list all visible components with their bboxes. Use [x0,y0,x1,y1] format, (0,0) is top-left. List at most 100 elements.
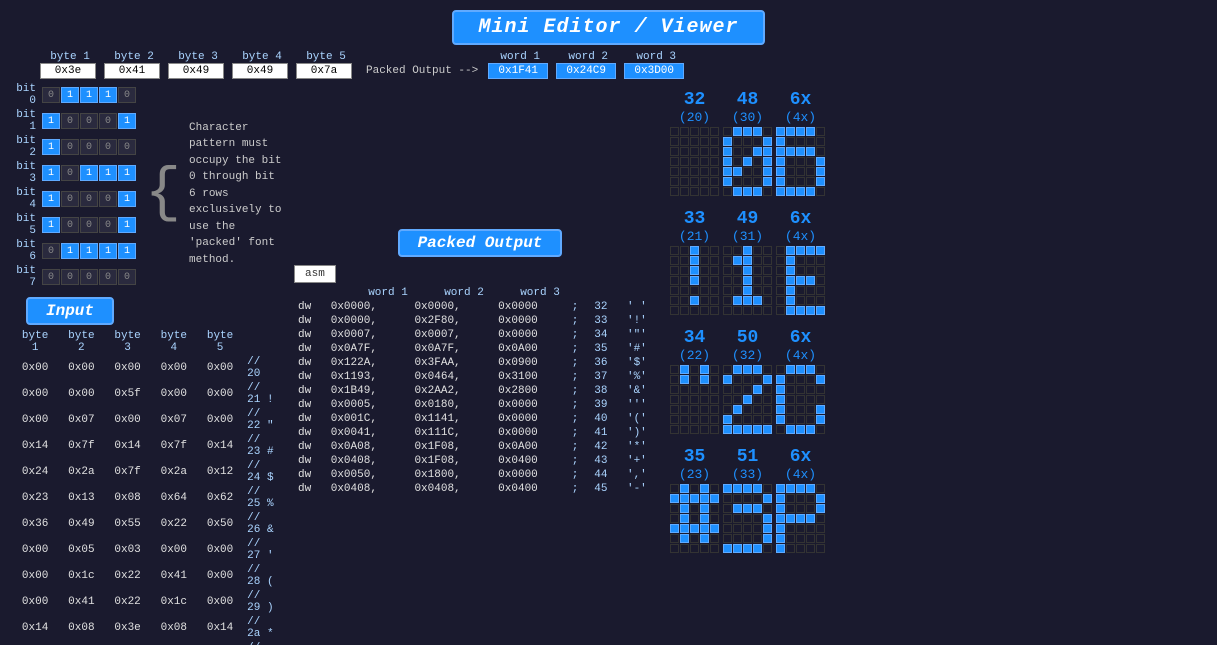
byte1-value[interactable]: 0x3e [40,63,96,79]
pixel-1-2-5-0 [723,415,732,424]
bit-cell-1-4[interactable]: 1 [118,113,136,129]
pixel-0-1-0-1 [680,246,689,255]
pixel-1-3-5-2 [743,534,752,543]
output-cell-0-2: 0x0000, [410,300,494,314]
pixel-0-2-1-2 [690,375,699,384]
bit-cell-4-1[interactable]: 0 [61,191,79,207]
bit-cell-4-3[interactable]: 0 [99,191,117,207]
bit-cell-4-0[interactable]: 1 [42,191,60,207]
byte3-value[interactable]: 0x49 [168,63,224,79]
bit-cell-5-2[interactable]: 0 [80,217,98,233]
input-table-header: byte 1 byte 2 byte 3 byte 4 byte 5 [12,329,286,355]
pixel-0-3-1-1 [680,494,689,503]
bit-cell-1-1[interactable]: 0 [61,113,79,129]
bit-cell-5-3[interactable]: 0 [99,217,117,233]
bit-cell-6-1[interactable]: 1 [61,243,79,259]
pixel-0-3-2-3 [700,504,709,513]
pixel-0-2-5-2 [690,415,699,424]
bit-cell-1-0[interactable]: 1 [42,113,60,129]
input-cell-2-3: 0x07 [151,407,197,433]
table-row: 0x000x000x5f0x000x00// 21 ! [12,381,286,407]
input-cell-5-1: 0x13 [58,485,104,511]
pixel-2-2-6-3 [806,425,815,434]
packed-output-panel: Packed Output asm word 1 word 2 word 3 d… [286,83,666,645]
pixel-2-1-1-3 [806,256,815,265]
bit-cell-4-4[interactable]: 1 [118,191,136,207]
pixel-0-1-3-4 [710,276,719,285]
bit-cell-4-2[interactable]: 0 [80,191,98,207]
pixel-0-2-0-3 [700,365,709,374]
bit-cell-2-2[interactable]: 0 [80,139,98,155]
pixel-2-3-4-0 [776,524,785,533]
pixel-1-0-0-0 [723,127,732,136]
bit-cell-7-0[interactable]: 0 [42,269,60,285]
bit-cell-6-4[interactable]: 1 [118,243,136,259]
bit-cell-1-3[interactable]: 0 [99,113,117,129]
pixel-1-1-1-3 [753,256,762,265]
pixel-0-1-5-1 [680,296,689,305]
input-cell-8-5: // 28 ( [243,563,286,589]
bit-cell-5-0[interactable]: 1 [42,217,60,233]
asm-tab[interactable]: asm [294,265,336,283]
bit-cell-2-4[interactable]: 0 [118,139,136,155]
bit-cell-0-1[interactable]: 1 [61,87,79,103]
bit-cell-3-1[interactable]: 0 [61,165,79,181]
output-cell-4-5: 36 [590,356,623,370]
output-cell-5-6: '%' [623,370,666,384]
pixel-0-2-4-2 [690,405,699,414]
output-cell-8-5: 40 [590,412,623,426]
pixel-2-2-1-1 [786,375,795,384]
bit-cell-2-3[interactable]: 0 [99,139,117,155]
bit-cell-6-2[interactable]: 1 [80,243,98,259]
pixel-0-3-1-3 [700,494,709,503]
input-cell-10-5: // 2a * [243,615,286,641]
output-cell-8-6: '(' [623,412,666,426]
output-cell-13-1: 0x0408, [327,482,411,496]
bit-cell-1-2[interactable]: 0 [80,113,98,129]
bit-cell-0-0[interactable]: 0 [42,87,60,103]
byte4-value[interactable]: 0x49 [232,63,288,79]
bit-cell-6-3[interactable]: 1 [99,243,117,259]
input-cell-9-0: 0x00 [12,589,58,615]
bit-cell-3-0[interactable]: 1 [42,165,60,181]
bit-cell-3-3[interactable]: 1 [99,165,117,181]
word2-value[interactable]: 0x24C9 [556,63,616,79]
pixel-2-0-1-3 [806,137,815,146]
pixel-1-3-0-1 [733,484,742,493]
pixel-0-0-0-1 [680,127,689,136]
pixel-2-1-2-2 [796,266,805,275]
bit-cell-3-2[interactable]: 1 [80,165,98,181]
word1-value[interactable]: 0x1F41 [488,63,548,79]
bit-cell-6-0[interactable]: 0 [42,243,60,259]
bit-cell-7-3[interactable]: 0 [99,269,117,285]
bit-cell-5-4[interactable]: 1 [118,217,136,233]
pixel-2-2-4-1 [786,405,795,414]
input-cell-11-2: 0x3e [104,641,150,645]
pixel-1-2-4-1 [733,405,742,414]
input-cell-6-5: // 26 & [243,511,286,537]
bit-cell-0-3[interactable]: 1 [99,87,117,103]
byte5-value[interactable]: 0x7a [296,63,352,79]
output-cell-5-0: dw [294,370,327,384]
pixel-1-1-4-4 [763,286,772,295]
bit-cell-7-2[interactable]: 0 [80,269,98,285]
input-cell-1-5: // 21 ! [243,381,286,407]
bit-cell-3-4[interactable]: 1 [118,165,136,181]
bit-cell-2-1[interactable]: 0 [61,139,79,155]
char-number-2-2: 6x [790,329,812,349]
pixel-2-3-0-4 [816,484,825,493]
bit-cell-2-0[interactable]: 1 [42,139,60,155]
byte4-label: byte 4 [232,51,292,63]
pixel-0-1-4-0 [670,286,679,295]
pixel-0-2-3-1 [680,395,689,404]
char-grid-2-2 [776,365,825,434]
bit-cell-5-1[interactable]: 0 [61,217,79,233]
pixel-2-1-1-1 [786,256,795,265]
word3-value[interactable]: 0x3D00 [624,63,684,79]
input-cell-11-0: 0x08 [12,641,58,645]
bit-cell-0-4[interactable]: 0 [118,87,136,103]
bit-cell-7-4[interactable]: 0 [118,269,136,285]
bit-cell-7-1[interactable]: 0 [61,269,79,285]
bit-cell-0-2[interactable]: 1 [80,87,98,103]
byte2-value[interactable]: 0x41 [104,63,160,79]
